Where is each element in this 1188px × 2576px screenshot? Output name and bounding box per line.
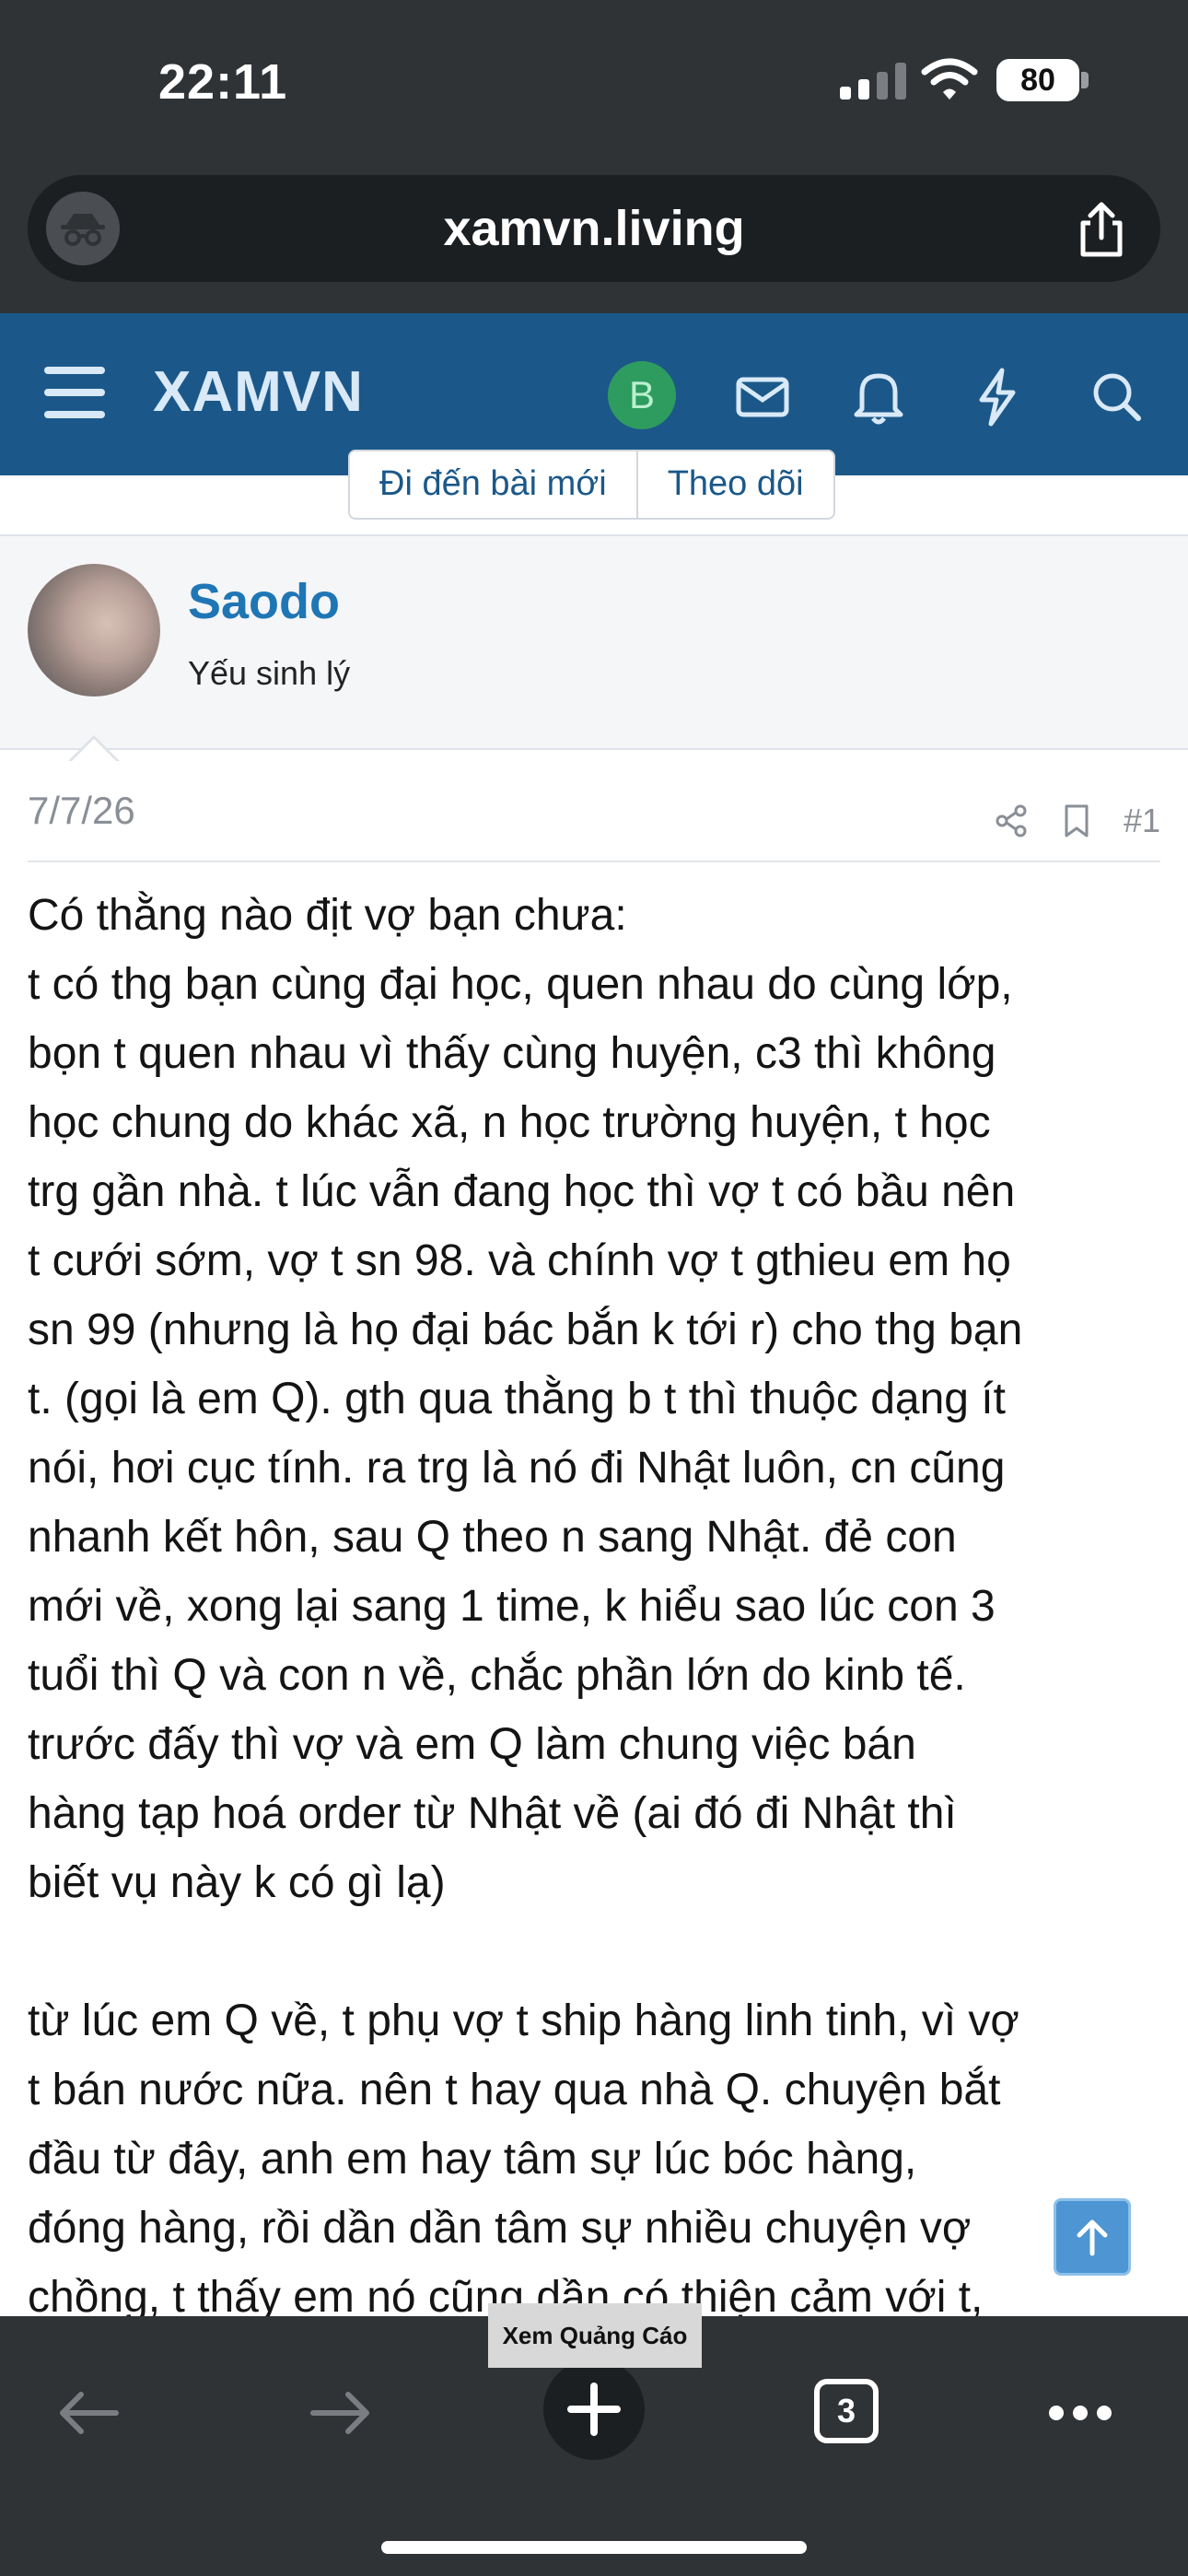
bell-icon[interactable] <box>842 359 915 433</box>
thread-action-group: Đi đến bài mới Theo dõi <box>348 450 835 520</box>
back-arrow-icon <box>60 2392 119 2434</box>
plus-icon <box>567 2383 621 2436</box>
battery-indicator: 80 <box>996 59 1079 101</box>
new-tab-button[interactable] <box>543 2359 645 2460</box>
cellular-signal-icon <box>840 63 906 100</box>
post-number[interactable]: #1 <box>1124 802 1160 840</box>
scroll-to-top-button[interactable] <box>1054 2198 1131 2276</box>
site-logo[interactable]: XAMVN <box>153 359 364 425</box>
account-avatar[interactable]: B <box>608 361 676 429</box>
arrow-up-icon <box>1077 2219 1108 2256</box>
back-button[interactable] <box>37 2362 138 2464</box>
lightning-icon[interactable] <box>960 359 1033 433</box>
post-meta: 7/7/26 #1 <box>28 789 1160 862</box>
hamburger-menu-icon[interactable] <box>44 367 105 418</box>
post-date[interactable]: 7/7/26 <box>28 789 135 833</box>
post-body: Có thằng nào địt vợ bạn chưa: t có thg b… <box>28 891 1023 2391</box>
share-post-icon[interactable] <box>993 802 1030 839</box>
wifi-icon <box>921 58 978 100</box>
author-avatar[interactable] <box>28 564 160 697</box>
tabs-button[interactable]: 3 <box>814 2379 879 2443</box>
thread-pager-bar: Đi đến bài mới Theo dõi <box>0 450 1188 536</box>
follow-button[interactable]: Theo dõi <box>635 451 833 518</box>
address-bar[interactable]: xamvn.living <box>28 175 1160 282</box>
go-to-new-post-button[interactable]: Đi đến bài mới <box>350 451 636 518</box>
forward-button[interactable] <box>291 2362 392 2464</box>
battery-tip <box>1081 72 1089 88</box>
bookmark-icon[interactable] <box>1061 802 1092 839</box>
thread-content: Đi đến bài mới Theo dõi Saodo Yếu sinh l… <box>0 450 1188 2391</box>
inbox-icon[interactable] <box>726 359 799 433</box>
status-time: 22:11 <box>158 54 288 110</box>
url-text[interactable]: xamvn.living <box>28 175 1160 282</box>
incognito-icon[interactable] <box>46 192 120 265</box>
ad-label[interactable]: Xem Quảng Cáo <box>488 2303 702 2368</box>
browser-chrome: 22:11 80 xamvn.living <box>0 0 1188 313</box>
author-title: Yếu sinh lý <box>188 654 351 692</box>
search-icon[interactable] <box>1079 359 1153 433</box>
author-pointer <box>70 739 118 763</box>
more-dots-icon <box>1049 2406 1112 2420</box>
post-meta-actions: #1 <box>993 802 1160 840</box>
screen: 22:11 80 xamvn.living XAMVN B Đi đến bài… <box>0 0 1188 2576</box>
author-name[interactable]: Saodo <box>188 573 340 630</box>
forward-arrow-icon <box>310 2392 369 2434</box>
share-icon[interactable] <box>1074 199 1129 258</box>
more-menu-button[interactable] <box>1030 2362 1131 2464</box>
post-author-block: Saodo Yếu sinh lý <box>0 536 1188 750</box>
home-indicator <box>381 2541 807 2554</box>
